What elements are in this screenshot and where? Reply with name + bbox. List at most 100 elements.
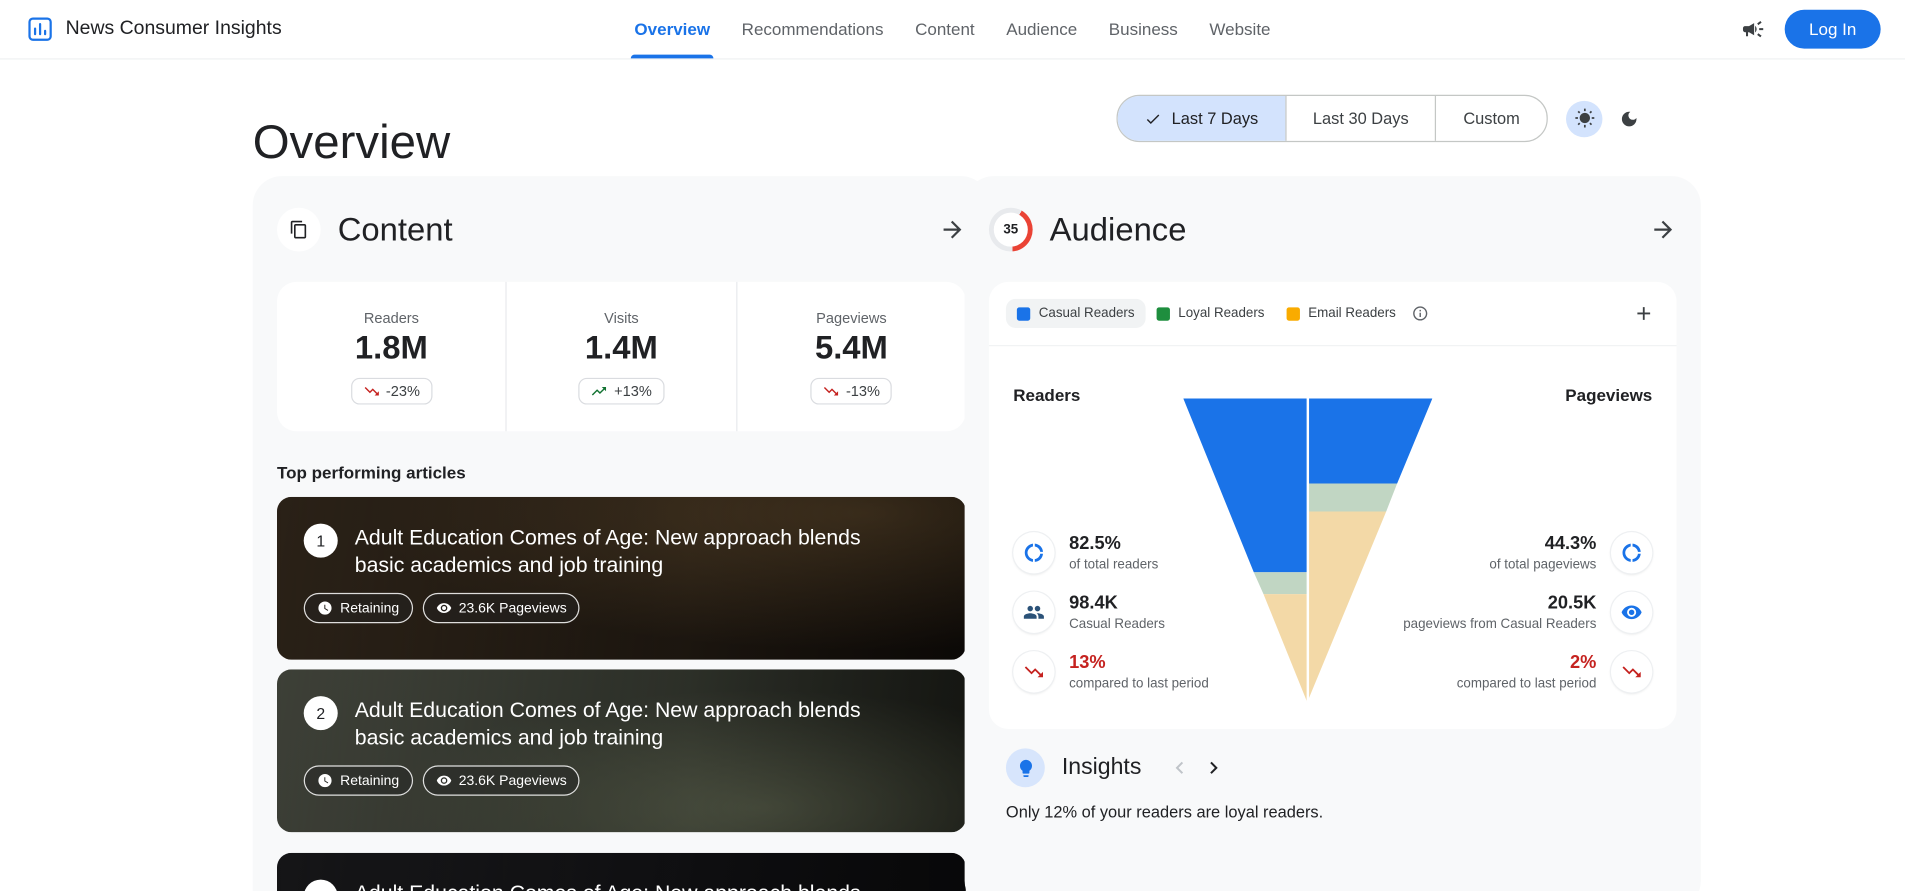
insight-text: Only 12% of your readers are loyal reade… [1005,803,1324,822]
login-button[interactable]: Log In [1784,9,1881,49]
app-viewport: News Consumer Insights Overview Recommen… [0,0,1905,891]
article-rank-badge: 2 [303,696,338,731]
readers-trend-stat: 13% compared to last period [1013,651,1209,693]
range-label: Custom [1463,109,1520,128]
article-card-2[interactable]: 2 Adult Education Comes of Age: New appr… [276,669,966,833]
stat-value: 98.4K [1069,592,1118,614]
article-card-3[interactable]: 3 Adult Education Comes of Age: New appr… [276,852,966,891]
eye-icon [436,775,451,786]
audience-arrow-right-icon[interactable] [1650,216,1677,243]
legend-email-readers[interactable]: Email Readers [1275,299,1406,328]
article-rank-badge: 1 [303,523,338,558]
info-icon[interactable] [1412,305,1429,322]
legend-label: Loyal Readers [1178,306,1265,321]
chevron-right-icon[interactable] [1202,756,1226,780]
range-last-7-days[interactable]: Last 7 Days [1118,95,1285,141]
dark-mode-button[interactable] [1611,100,1647,136]
pages-icon [276,207,321,252]
audience-card-header: 35 Audience [988,207,1677,252]
stat-label: Visits [604,309,639,327]
stat-change-value: -13% [845,382,880,400]
primary-nav: Overview Recommendations Content Audienc… [630,0,1271,59]
retaining-label: Retaining [340,600,400,616]
stat-change-value: -23% [385,382,420,400]
plus-icon[interactable] [1628,298,1660,330]
casual-readers-stat: 98.4K Casual Readers [1013,591,1165,633]
nav-tab-business[interactable]: Business [1109,0,1178,58]
content-card: Content Readers 1.8M -23% Visits 1.4M +1… [252,176,991,891]
chevron-left-icon[interactable] [1168,756,1192,780]
check-icon [1145,110,1162,127]
nav-tab-audience[interactable]: Audience [1006,0,1077,58]
pageviews-share-stat: 44.3% of total pageviews [1489,532,1653,574]
date-range-control: Last 7 Days Last 30 Days Custom [1116,94,1548,143]
brand[interactable]: News Consumer Insights [27,0,282,58]
content-arrow-right-icon[interactable] [939,216,966,243]
insights-title: Insights [1061,754,1142,780]
audience-funnel-panel: Casual Readers Loyal Readers Email Reade… [988,281,1677,729]
content-card-title: Content [337,210,453,248]
stat-label: Casual Readers [1069,617,1165,632]
nav-tab-website[interactable]: Website [1209,0,1270,58]
legend-loyal-readers[interactable]: Loyal Readers [1145,299,1275,328]
stat-label: Readers [363,309,419,327]
stat-value: 5.4M [814,328,888,366]
lightbulb-icon [1005,748,1045,788]
stat-value: 44.3% [1544,533,1597,554]
range-label: Last 30 Days [1312,109,1409,128]
funnel-pageviews-label: Pageviews [1565,385,1653,405]
stat-label: compared to last period [1456,676,1597,692]
megaphone-icon[interactable] [1741,17,1765,41]
pageviews-chip: 23.6K Pageviews [422,765,581,796]
page-header-controls: Last 7 Days Last 30 Days Custom [1116,94,1647,143]
range-custom[interactable]: Custom [1435,95,1546,141]
top-articles-heading: Top performing articles [276,462,466,483]
nav-tab-recommendations[interactable]: Recommendations [742,0,884,58]
range-label: Last 7 Days [1171,109,1259,128]
legend-label: Email Readers [1308,306,1396,321]
range-last-30-days[interactable]: Last 30 Days [1284,95,1435,141]
nav-tab-overview[interactable]: Overview [630,0,715,59]
insights-pager [1168,756,1226,780]
light-mode-button[interactable] [1566,100,1603,137]
stat-change-chip: +13% [578,377,664,404]
next-card-peek [964,871,1653,891]
trend-down-icon [1610,651,1653,693]
stat-value: 13% [1069,652,1106,674]
funnel-chart[interactable] [1183,398,1433,703]
trend-up-icon [592,386,607,395]
content-stats-card: Readers 1.8M -23% Visits 1.4M +13% Pagev… [276,281,966,432]
legend-label: Casual Readers [1038,306,1135,321]
pageviews-trend-stat: 2% compared to last period [1456,651,1653,693]
casual-readers-swatch [1016,306,1031,321]
pageviews-label: 23.6K Pageviews [458,773,567,788]
funnel-legend: Casual Readers Loyal Readers Email Reade… [988,282,1677,347]
casual-pageviews-stat: 20.5K pageviews from Casual Readers [1403,591,1653,633]
donut-chart-icon [1013,532,1055,574]
stat-value: 20.5K [1547,592,1597,614]
stat-value: 82.5% [1069,533,1121,554]
trend-down-icon [364,386,379,395]
audience-badge: 35 [993,212,1028,247]
nav-tab-content[interactable]: Content [915,0,975,58]
email-readers-swatch [1286,306,1300,321]
clock-icon [318,601,332,615]
legend-casual-readers[interactable]: Casual Readers [1005,298,1146,329]
moon-icon [1621,111,1637,126]
topbar-actions: Log In [1741,0,1881,58]
stat-change-value: +13% [614,382,652,400]
article-title: Adult Education Comes of Age: New approa… [354,697,861,750]
article-rank-badge: 3 [303,879,338,891]
pageviews-chip: 23.6K Pageviews [422,592,581,624]
stat-label: of total pageviews [1489,557,1597,573]
insights-header: Insights [989,748,1677,788]
stat-label: Pageviews [816,309,887,327]
content-card-header: Content [276,207,966,252]
audience-card-title: Audience [1049,210,1187,248]
retaining-chip: Retaining [303,765,413,796]
stat-visits: Visits 1.4M +13% [505,281,736,432]
funnel-readers-label: Readers [1013,385,1081,405]
eye-icon [1610,591,1653,633]
article-card-1[interactable]: 1 Adult Education Comes of Age: New appr… [276,496,966,660]
app-logo-icon [27,16,54,43]
